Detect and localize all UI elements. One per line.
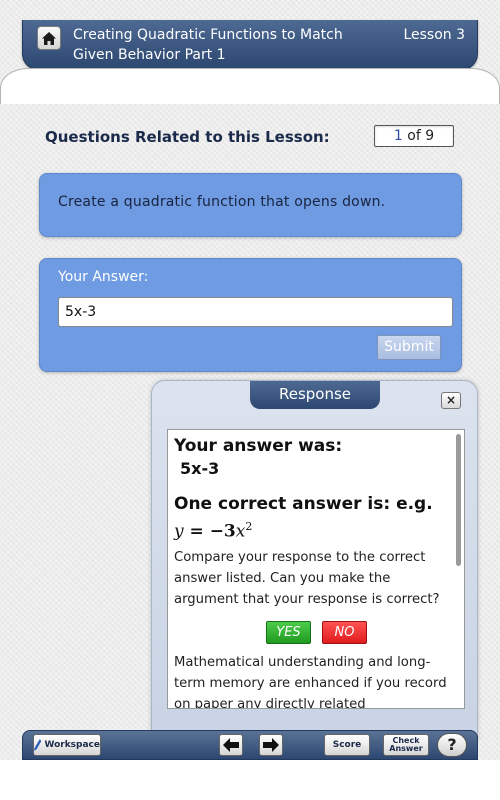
yes-button[interactable]: YES — [266, 621, 311, 644]
header-bar: Creating Quadratic Functions to Match Gi… — [22, 20, 478, 70]
arrow-left-icon — [223, 738, 239, 752]
workspace-label: Workspace — [44, 740, 100, 750]
correct-answer-formula: y = −3x2 — [174, 520, 252, 542]
formula-var: x — [235, 521, 246, 542]
pencil-icon — [34, 739, 42, 751]
no-button[interactable]: NO — [322, 621, 367, 644]
question-current-number: 1 — [393, 128, 403, 144]
formula-eq: = −3 — [183, 521, 236, 542]
arrow-right-icon — [263, 738, 279, 752]
compare-text: Compare your response to the correct ans… — [174, 550, 440, 607]
memory-text: Mathematical understanding and long-term… — [174, 655, 447, 709]
score-button[interactable]: Score — [324, 734, 370, 756]
bottom-margin — [0, 760, 500, 800]
your-answer-heading: Your answer was: — [174, 436, 343, 456]
previous-button[interactable] — [219, 734, 243, 756]
check-answer-label: Check Answer — [389, 736, 423, 753]
bottom-toolbar: Workspace Score Check Answer ? — [22, 730, 478, 760]
workspace-button[interactable]: Workspace — [33, 734, 101, 756]
your-answer-value: 5x-3 — [180, 459, 220, 478]
response-tab: Response — [250, 381, 380, 409]
question-box: Create a quadratic function that opens d… — [39, 173, 462, 237]
home-button[interactable] — [37, 26, 61, 50]
response-panel: Response × Your answer was: 5x-3 One cor… — [151, 380, 478, 740]
scrollbar[interactable] — [456, 434, 461, 566]
home-icon — [42, 31, 56, 45]
questions-heading: Questions Related to this Lesson: — [45, 128, 330, 146]
help-button[interactable]: ? — [437, 733, 467, 757]
close-button[interactable]: × — [441, 392, 461, 409]
content-top-edge — [0, 68, 500, 104]
answer-input[interactable]: 5x-3 — [58, 297, 453, 327]
correct-answer-heading: One correct answer is: e.g. — [174, 494, 433, 514]
check-answer-button[interactable]: Check Answer — [383, 734, 429, 756]
submit-button[interactable]: Submit — [377, 335, 441, 360]
question-counter[interactable]: 1 of 9 — [374, 125, 454, 147]
response-card: Your answer was: 5x-3 One correct answer… — [167, 429, 465, 709]
lesson-title: Creating Quadratic Functions to Match Gi… — [73, 27, 343, 63]
lesson-number: Lesson 3 — [403, 27, 465, 43]
question-total-text: of 9 — [407, 128, 435, 144]
score-label: Score — [332, 740, 362, 750]
next-button[interactable] — [259, 734, 283, 756]
formula-exponent: 2 — [245, 520, 253, 533]
formula-lhs: y — [174, 521, 184, 542]
answer-label: Your Answer: — [58, 269, 149, 285]
question-text: Create a quadratic function that opens d… — [58, 194, 386, 210]
answer-box: Your Answer: 5x-3 Submit — [39, 258, 462, 372]
